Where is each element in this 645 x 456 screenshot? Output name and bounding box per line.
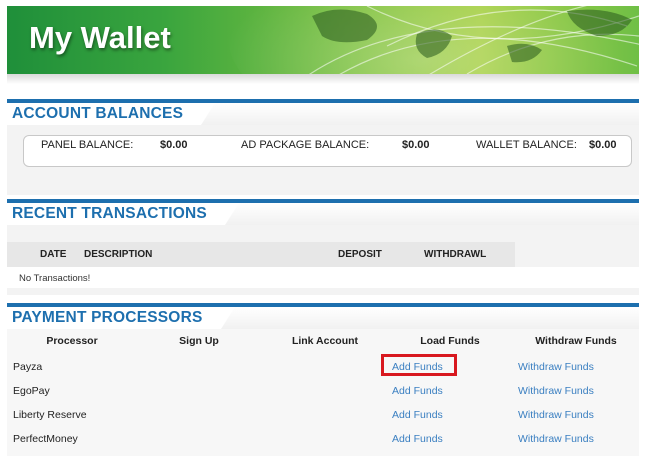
processor-row-perfectmoney: PerfectMoney Add Funds Withdraw Funds — [7, 429, 639, 451]
column-withdrawl: WITHDRAWL — [424, 249, 487, 260]
account-balances-title: ACCOUNT BALANCES — [7, 103, 216, 125]
column-load-funds: Load Funds — [420, 335, 480, 347]
processor-row-liberty-reserve: Liberty Reserve Add Funds Withdraw Funds — [7, 405, 639, 427]
processor-row-payza: Payza Add Funds Withdraw Funds — [7, 357, 639, 379]
recent-transactions-title: RECENT TRANSACTIONS — [7, 203, 239, 225]
withdraw-funds-link-perfectmoney[interactable]: Withdraw Funds — [518, 433, 594, 445]
column-withdraw-funds: Withdraw Funds — [535, 335, 617, 347]
panel-balance-value: $0.00 — [160, 139, 188, 151]
page-title: My Wallet — [29, 20, 171, 55]
no-transactions-message: No Transactions! — [7, 267, 639, 288]
column-date: DATE — [40, 249, 67, 260]
processor-row-egopay: EgoPay Add Funds Withdraw Funds — [7, 381, 639, 403]
payment-processors-panel: PAYMENT PROCESSORS Processor Sign Up Lin… — [7, 303, 639, 456]
add-funds-link-perfectmoney[interactable]: Add Funds — [392, 433, 443, 445]
column-description: DESCRIPTION — [84, 249, 153, 260]
balances-box: PANEL BALANCE: $0.00 AD PACKAGE BALANCE:… — [23, 135, 632, 167]
ad-package-balance-value: $0.00 — [402, 139, 430, 151]
processor-name: Liberty Reserve — [13, 409, 87, 421]
withdraw-funds-link-liberty-reserve[interactable]: Withdraw Funds — [518, 409, 594, 421]
column-link-account: Link Account — [291, 335, 359, 347]
withdraw-funds-link-egopay[interactable]: Withdraw Funds — [518, 385, 594, 397]
processors-table-header: Processor Sign Up Link Account Load Fund… — [7, 335, 639, 349]
ad-package-balance-label: AD PACKAGE BALANCE: — [241, 139, 370, 151]
wallet-balance-value: $0.00 — [589, 139, 617, 151]
account-balances-panel: ACCOUNT BALANCES PANEL BALANCE: $0.00 AD… — [7, 99, 639, 195]
add-funds-link-egopay[interactable]: Add Funds — [392, 385, 443, 397]
account-balances-header: ACCOUNT BALANCES — [7, 103, 639, 125]
recent-transactions-panel: RECENT TRANSACTIONS DATE DESCRIPTION DEP… — [7, 199, 639, 295]
payment-processors-header: PAYMENT PROCESSORS — [7, 307, 639, 329]
add-funds-highlight-box — [381, 354, 457, 376]
transactions-table-header: DATE DESCRIPTION DEPOSIT WITHDRAWL — [7, 242, 515, 267]
wallet-banner: My Wallet — [7, 6, 639, 74]
add-funds-link-liberty-reserve[interactable]: Add Funds — [392, 409, 443, 421]
withdraw-funds-link-payza[interactable]: Withdraw Funds — [518, 361, 594, 373]
processor-name: EgoPay — [13, 385, 50, 397]
payment-processors-title: PAYMENT PROCESSORS — [7, 307, 235, 329]
panel-balance-label: PANEL BALANCE: — [41, 139, 134, 151]
banner-shadow — [7, 74, 639, 84]
recent-transactions-header: RECENT TRANSACTIONS — [7, 203, 639, 225]
processor-name: PerfectMoney — [13, 433, 78, 445]
column-processor: Processor — [46, 335, 98, 347]
column-sign-up: Sign Up — [179, 335, 219, 347]
column-deposit: DEPOSIT — [338, 249, 382, 260]
processor-name: Payza — [13, 361, 43, 373]
wallet-balance-label: WALLET BALANCE: — [476, 139, 577, 151]
